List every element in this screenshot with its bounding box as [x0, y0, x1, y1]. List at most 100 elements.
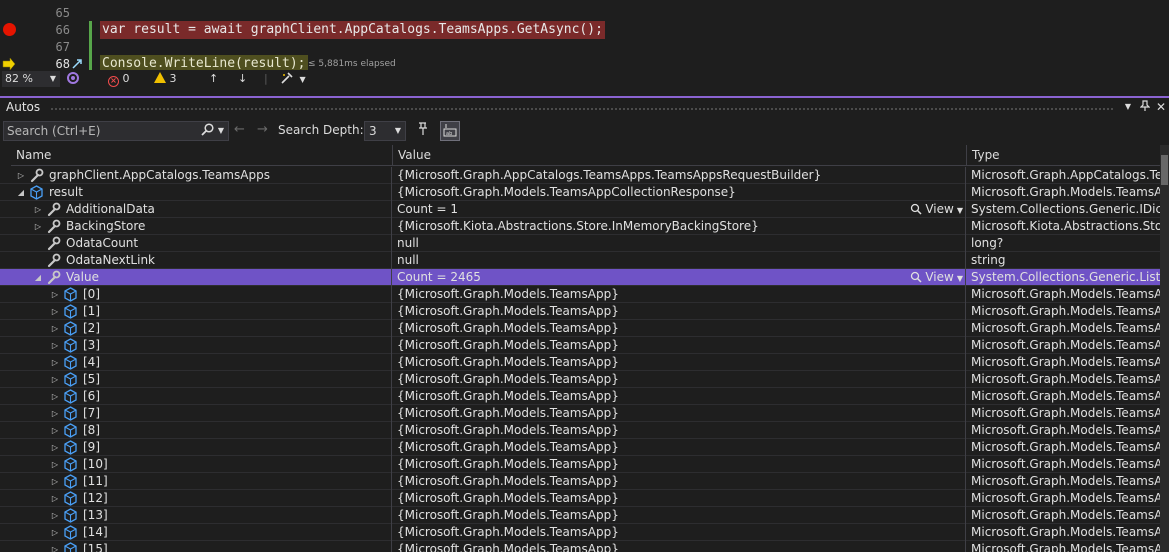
- expand-arrow-icon[interactable]: ▷: [50, 422, 60, 439]
- value-cell[interactable]: Count = 2465 View ▼: [393, 269, 966, 286]
- name-cell[interactable]: ▷ [5]: [0, 371, 392, 388]
- table-row[interactable]: ▷ BackingStore {Microsoft.Kiota.Abstractio…: [0, 218, 1160, 235]
- table-row[interactable]: ◢ result {Microsoft.Graph.Models.TeamsAppC…: [0, 184, 1160, 201]
- value-cell[interactable]: {Microsoft.Graph.Models.TeamsApp}: [393, 354, 966, 371]
- name-cell[interactable]: ▷ graphClient.AppCatalogs.TeamsApps: [0, 167, 392, 184]
- table-row[interactable]: ▷ graphClient.AppCatalogs.TeamsApps {Micro…: [0, 167, 1160, 184]
- table-row[interactable]: ▷ [12] {Microsoft.Graph.Models.TeamsApp} Mi…: [0, 490, 1160, 507]
- table-row[interactable]: OdataCount null long?: [0, 235, 1160, 252]
- value-cell[interactable]: null: [393, 252, 966, 269]
- value-cell[interactable]: {Microsoft.Graph.Models.TeamsApp}: [393, 490, 966, 507]
- name-cell[interactable]: ▷ [10]: [0, 456, 392, 473]
- vertical-scrollbar[interactable]: [1160, 145, 1169, 552]
- name-cell[interactable]: OdataNextLink: [0, 252, 392, 269]
- expand-arrow-icon[interactable]: ▷: [50, 541, 60, 552]
- value-cell[interactable]: {Microsoft.Graph.Models.TeamsApp}: [393, 371, 966, 388]
- code-line[interactable]: 68 Console.WriteLine(result); ≤ 5,881ms …: [0, 55, 1169, 70]
- name-cell[interactable]: ▷ [14]: [0, 524, 392, 541]
- table-row[interactable]: ▷ [3] {Microsoft.Graph.Models.TeamsApp} Mic…: [0, 337, 1160, 354]
- value-cell[interactable]: {Microsoft.Graph.Models.TeamsApp}: [393, 388, 966, 405]
- table-row[interactable]: ▷ [13] {Microsoft.Graph.Models.TeamsApp} Mi…: [0, 507, 1160, 524]
- type-cell[interactable]: Microsoft.Graph.Models.TeamsApp: [967, 524, 1160, 541]
- table-row[interactable]: ▷ [8] {Microsoft.Graph.Models.TeamsApp} Mic…: [0, 422, 1160, 439]
- value-cell[interactable]: {Microsoft.Graph.Models.TeamsApp}: [393, 320, 966, 337]
- type-cell[interactable]: Microsoft.Graph.Models.TeamsApp: [967, 354, 1160, 371]
- value-cell[interactable]: {Microsoft.Graph.Models.TeamsApp}: [393, 524, 966, 541]
- errors-indicator[interactable]: × 0: [108, 70, 130, 88]
- table-row[interactable]: ▷ [14] {Microsoft.Graph.Models.TeamsApp} Mi…: [0, 524, 1160, 541]
- table-row[interactable]: ▷ [15] {Microsoft.Graph.Models.TeamsApp} Mi…: [0, 541, 1160, 552]
- value-cell[interactable]: {Microsoft.Graph.Models.TeamsApp}: [393, 422, 966, 439]
- value-cell[interactable]: {Microsoft.Graph.Models.TeamsAppCollecti…: [393, 184, 966, 201]
- value-cell[interactable]: {Microsoft.Graph.Models.TeamsApp}: [393, 286, 966, 303]
- table-row[interactable]: ◢ Value Count = 2465 View ▼ System.Collectio…: [0, 269, 1160, 286]
- table-row[interactable]: ▷ [0] {Microsoft.Graph.Models.TeamsApp} Mic…: [0, 286, 1160, 303]
- expand-arrow-icon[interactable]: ▷: [50, 388, 60, 405]
- type-cell[interactable]: System.Collections.Generic.IDicti...: [967, 201, 1160, 218]
- copilot-icon[interactable]: [66, 70, 80, 88]
- expand-arrow-icon[interactable]: ▷: [50, 456, 60, 473]
- expand-arrow-icon[interactable]: ▷: [50, 320, 60, 337]
- value-cell[interactable]: {Microsoft.Graph.Models.TeamsApp}: [393, 337, 966, 354]
- code-text[interactable]: Console.WriteLine(result);: [100, 55, 308, 70]
- name-cell[interactable]: ▷ [1]: [0, 303, 392, 320]
- name-cell[interactable]: ▷ [12]: [0, 490, 392, 507]
- type-cell[interactable]: Microsoft.Graph.Models.TeamsApp: [967, 473, 1160, 490]
- table-row[interactable]: ▷ [11] {Microsoft.Graph.Models.TeamsApp} Mi…: [0, 473, 1160, 490]
- table-row[interactable]: OdataNextLink null string: [0, 252, 1160, 269]
- search-input[interactable]: [4, 122, 194, 140]
- type-cell[interactable]: Microsoft.Graph.Models.TeamsApp: [967, 371, 1160, 388]
- arrow-down-icon[interactable]: ↓: [238, 70, 247, 88]
- search-icon[interactable]: [199, 121, 215, 141]
- type-cell[interactable]: Microsoft.Kiota.Abstractions.Stor...: [967, 218, 1160, 235]
- name-cell[interactable]: ▷ [13]: [0, 507, 392, 524]
- chevron-down-icon[interactable]: ▼: [216, 121, 226, 141]
- name-cell[interactable]: ▷ [15]: [0, 541, 392, 552]
- name-cell[interactable]: ▷ BackingStore: [0, 218, 392, 235]
- type-cell[interactable]: Microsoft.Graph.Models.TeamsApp: [967, 405, 1160, 422]
- code-line[interactable]: 67: [0, 38, 1169, 56]
- table-row[interactable]: ▷ [10] {Microsoft.Graph.Models.TeamsApp} Mi…: [0, 456, 1160, 473]
- value-cell[interactable]: {Microsoft.Kiota.Abstractions.Store.InMe…: [393, 218, 966, 235]
- name-cell[interactable]: ▷ [4]: [0, 354, 392, 371]
- value-cell[interactable]: {Microsoft.Graph.Models.TeamsApp}: [393, 439, 966, 456]
- value-cell[interactable]: Count = 1 View ▼: [393, 201, 966, 218]
- code-line[interactable]: 66 var result = await graphClient.AppCat…: [0, 21, 1169, 39]
- name-cell[interactable]: ▷ [6]: [0, 388, 392, 405]
- expand-arrow-icon[interactable]: ▷: [50, 354, 60, 371]
- perf-tip[interactable]: ≤ 5,881ms elapsed: [308, 59, 396, 70]
- forward-arrow-icon[interactable]: →: [257, 120, 268, 140]
- name-cell[interactable]: ▷ [0]: [0, 286, 392, 303]
- type-cell[interactable]: Microsoft.Graph.Models.TeamsA...: [967, 184, 1160, 201]
- type-cell[interactable]: System.Collections.Generic.List<...: [967, 269, 1160, 286]
- view-visualizer-button[interactable]: View ▼: [910, 201, 963, 218]
- arrow-up-icon[interactable]: ↑: [209, 70, 218, 88]
- name-cell[interactable]: ▷ [2]: [0, 320, 392, 337]
- chevron-down-icon[interactable]: ▼: [1120, 99, 1136, 115]
- code-cleanup-icon[interactable]: ▼: [280, 70, 306, 89]
- expand-arrow-icon[interactable]: ▷: [50, 524, 60, 541]
- type-cell[interactable]: long?: [967, 235, 1160, 252]
- type-cell[interactable]: Microsoft.Graph.Models.TeamsApp: [967, 337, 1160, 354]
- value-cell[interactable]: {Microsoft.Graph.Models.TeamsApp}: [393, 473, 966, 490]
- name-cell[interactable]: ▷ [8]: [0, 422, 392, 439]
- name-cell[interactable]: OdataCount: [0, 235, 392, 252]
- type-cell[interactable]: Microsoft.Graph.Models.TeamsApp: [967, 507, 1160, 524]
- type-cell[interactable]: string: [967, 252, 1160, 269]
- autos-panel-header[interactable]: Autos ▼ ✕: [0, 98, 1169, 117]
- table-row[interactable]: ▷ [7] {Microsoft.Graph.Models.TeamsApp} Mic…: [0, 405, 1160, 422]
- run-to-click-icon[interactable]: [71, 58, 83, 70]
- view-visualizer-button[interactable]: View ▼: [910, 269, 963, 286]
- name-cell[interactable]: ▷ [9]: [0, 439, 392, 456]
- pin-icon[interactable]: [1137, 99, 1153, 115]
- expand-arrow-icon[interactable]: ▷: [50, 490, 60, 507]
- warnings-indicator[interactable]: 3: [154, 70, 177, 88]
- type-cell[interactable]: Microsoft.Graph.Models.TeamsApp: [967, 439, 1160, 456]
- drag-handle[interactable]: [50, 107, 1115, 111]
- type-cell[interactable]: Microsoft.Graph.Models.TeamsApp: [967, 320, 1160, 337]
- value-cell[interactable]: {Microsoft.Graph.Models.TeamsApp}: [393, 303, 966, 320]
- type-cell[interactable]: Microsoft.Graph.Models.TeamsApp: [967, 541, 1160, 552]
- expand-arrow-icon[interactable]: ▷: [50, 337, 60, 354]
- table-row[interactable]: ▷ [1] {Microsoft.Graph.Models.TeamsApp} Mic…: [0, 303, 1160, 320]
- breakpoint-icon[interactable]: [3, 23, 16, 36]
